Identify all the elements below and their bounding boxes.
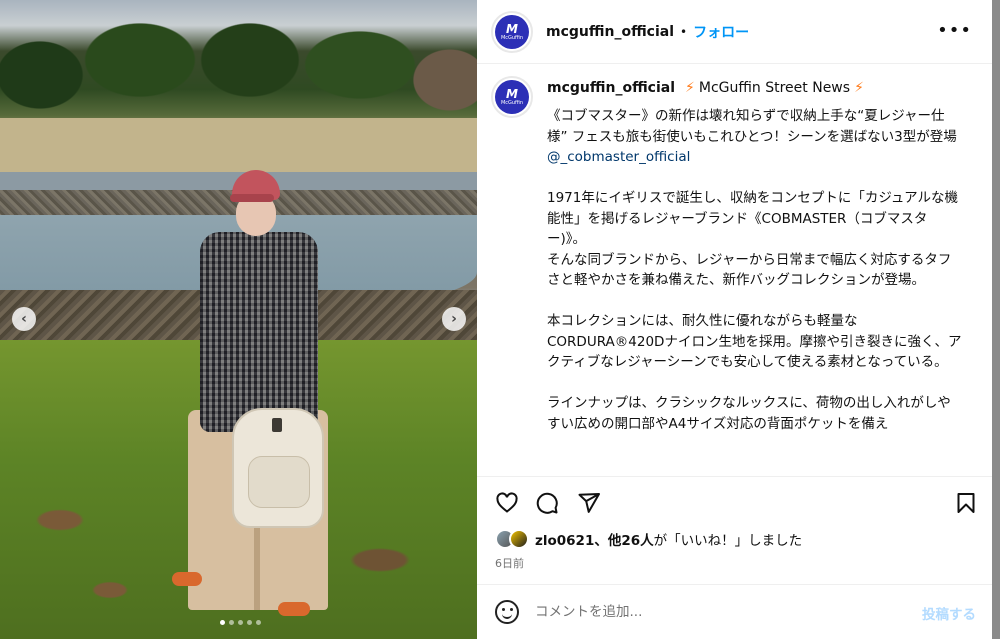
brand-logo: M McGuffin: [495, 14, 529, 49]
caption-paragraph-4: ラインナップは、クラシックなルックスに、荷物の出し入れがしやすい広めの開口部やA…: [547, 395, 951, 432]
post-photo[interactable]: ‹ ›: [0, 0, 477, 639]
share-icon[interactable]: [577, 491, 601, 515]
caption-row: M McGuffin mcguffin_official ⚡ McGuffin …: [491, 76, 976, 434]
logo-text: McGuffin: [500, 34, 524, 41]
post-timestamp[interactable]: 6日前: [495, 555, 524, 571]
post-panel: M McGuffin mcguffin_official • フォロー ••• …: [477, 0, 992, 639]
comment-icon[interactable]: [535, 491, 559, 515]
caption-avatar-wrap: M McGuffin: [491, 76, 533, 434]
likes-suffix: が「いいね！」しました: [653, 533, 803, 549]
action-bar: [477, 476, 992, 528]
mention-link[interactable]: @_cobmaster_official: [547, 149, 690, 165]
post-comment-button[interactable]: 投稿する: [922, 603, 976, 623]
username-link[interactable]: mcguffin_official: [546, 24, 674, 40]
likes-row: zlo0621、他26人が「いいね！」しました: [495, 529, 802, 549]
carousel-dot: [220, 620, 225, 625]
instagram-post-window: ‹ › M McGuffin mcguffin_official • フォロー …: [0, 0, 1000, 639]
model-cap: [230, 170, 280, 202]
logo-mark: M: [506, 87, 518, 101]
brand-logo: M McGuffin: [495, 80, 529, 114]
avatar[interactable]: M McGuffin: [491, 10, 533, 53]
logo-text: McGuffin: [500, 100, 524, 106]
caption-header: mcguffin_official ⚡ McGuffin Street News…: [547, 76, 962, 100]
page-scrollbar[interactable]: [992, 0, 1000, 639]
caption-paragraph-1: 《コブマスター》の新作は壊れ知らずで収納上手な“夏レジャー仕様” フェスも旅も街…: [547, 108, 957, 145]
caption-area: M McGuffin mcguffin_official ⚡ McGuffin …: [477, 64, 992, 476]
bookmark-icon[interactable]: [954, 491, 978, 515]
avatar[interactable]: M McGuffin: [491, 76, 533, 118]
model-shoe-right: [278, 602, 310, 616]
caption-paragraph-3: 本コレクションには、耐久性に優れながらも軽量なCORDURA®420Dナイロン生…: [547, 313, 962, 370]
likes-others-link[interactable]: 、他26人: [594, 533, 653, 549]
liker-avatar[interactable]: [509, 529, 529, 549]
caption-text: 《コブマスター》の新作は壊れ知らずで収納上手な“夏レジャー仕様” フェスも旅も街…: [547, 106, 962, 434]
model-shoe-left: [172, 572, 202, 586]
carousel-dot: [247, 620, 252, 625]
caption-username-link[interactable]: mcguffin_official: [547, 80, 675, 96]
caption-subtitle: McGuffin Street News: [698, 80, 851, 96]
liker-username-link[interactable]: zlo0621: [535, 533, 594, 549]
lightning-icon: ⚡: [685, 80, 695, 96]
backpack: [232, 408, 324, 528]
follow-button[interactable]: フォロー: [693, 22, 749, 42]
background-trees: [0, 5, 477, 125]
comment-bar: 投稿する: [477, 584, 992, 639]
caption-paragraph-2: 1971年にイギリスで誕生し、収納をコンセプトに「カジュアルな機能性」を掲げるレ…: [547, 190, 959, 288]
emoji-icon[interactable]: [495, 600, 519, 624]
more-options-icon[interactable]: •••: [937, 20, 972, 41]
comment-input[interactable]: [535, 604, 895, 620]
chevron-right-icon[interactable]: ›: [442, 307, 466, 331]
carousel-dots: [220, 620, 261, 625]
background-field: [0, 118, 477, 173]
post-header: M McGuffin mcguffin_official • フォロー •••: [477, 0, 992, 64]
caption-content: mcguffin_official ⚡ McGuffin Street News…: [547, 76, 962, 434]
logo-mark: M: [506, 21, 518, 36]
heart-icon[interactable]: [495, 491, 519, 515]
model-shirt-pattern: [200, 232, 318, 432]
separator-dot: •: [680, 24, 688, 39]
lightning-icon: ⚡: [854, 80, 864, 96]
carousel-dot: [238, 620, 243, 625]
likes-summary: zlo0621、他26人が「いいね！」しました: [535, 529, 802, 549]
model-figure: [170, 170, 340, 630]
carousel-dot: [256, 620, 261, 625]
chevron-left-icon[interactable]: ‹: [12, 307, 36, 331]
carousel-dot: [229, 620, 234, 625]
